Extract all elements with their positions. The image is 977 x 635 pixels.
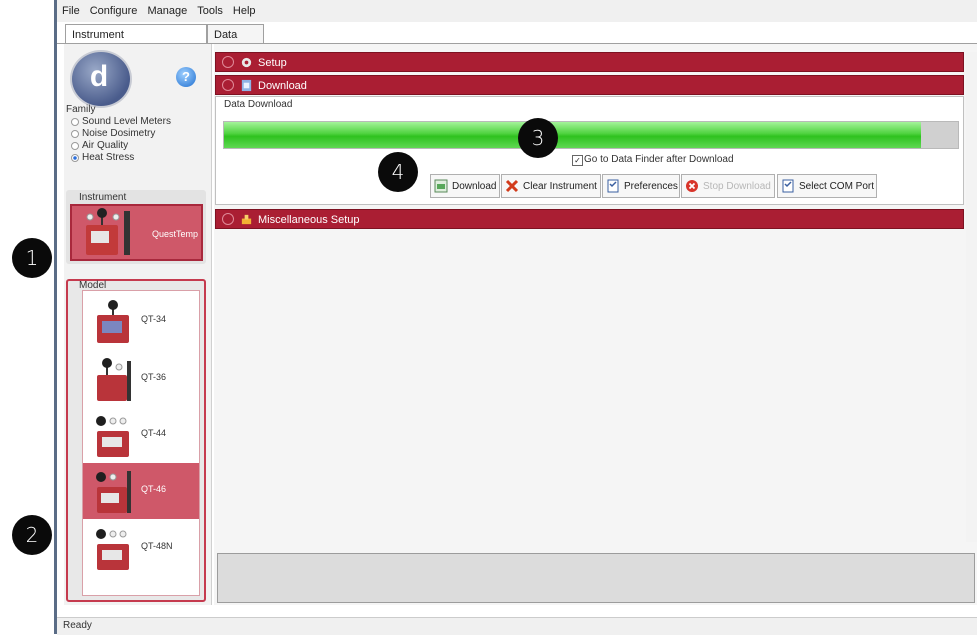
model-item-qt-46[interactable]: QT-46 — [83, 463, 199, 519]
model-name: QT-44 — [141, 428, 167, 438]
gear-icon — [241, 57, 252, 68]
section-title: Setup — [258, 57, 287, 69]
radio-icon[interactable] — [71, 117, 79, 126]
model-name: QT-46 — [141, 484, 167, 494]
clear-icon — [505, 179, 519, 193]
family-option-air-quality[interactable]: Air Quality — [71, 140, 128, 151]
clear-label: Clear Instrument — [523, 180, 597, 192]
goto-data-finder-label: Go to Data Finder after Download — [584, 154, 734, 165]
tools-icon — [241, 214, 252, 225]
family-option-noise-dosimetry[interactable]: Noise Dosimetry — [71, 128, 155, 139]
app-logo-icon: d — [70, 50, 132, 108]
download-label: Download — [452, 180, 497, 192]
section-title: Download — [258, 80, 307, 92]
preferences-button[interactable]: Preferences — [602, 174, 680, 198]
download-progress-fill — [224, 122, 922, 148]
section-header-setup[interactable]: Setup — [215, 52, 964, 72]
com-port-icon — [782, 179, 794, 193]
qt-48n-device-icon — [96, 529, 129, 570]
download-button[interactable]: Download — [430, 174, 500, 198]
tab-instrument-communications[interactable]: Instrument Communications — [65, 24, 207, 61]
model-item-qt-34[interactable]: QT-34 — [83, 293, 199, 349]
download-icon — [434, 179, 448, 193]
data-download-title: Data Download — [224, 99, 293, 110]
qt-34-device-icon — [97, 300, 129, 343]
family-option-label: Noise Dosimetry — [82, 128, 156, 139]
menu-manage[interactable]: Manage — [142, 5, 192, 17]
model-item-qt-44[interactable]: QT-44 — [83, 407, 199, 463]
collapse-icon[interactable] — [222, 56, 234, 68]
instrument-label: Instrument — [79, 192, 127, 203]
family-option-label: Heat Stress — [82, 152, 135, 163]
model-item-qt-36[interactable]: QT-36 — [83, 351, 199, 407]
select-com-port-label: Select COM Port — [799, 180, 875, 192]
collapse-icon[interactable] — [222, 79, 234, 91]
status-bar — [57, 617, 977, 635]
section-header-misc-setup[interactable]: Miscellaneous Setup — [215, 209, 964, 229]
stop-download-label: Stop Download — [703, 180, 771, 192]
stop-download-button[interactable]: Stop Download — [681, 174, 775, 198]
callout-3: 3 — [518, 118, 558, 158]
clear-instrument-button[interactable]: Clear Instrument — [501, 174, 601, 198]
preferences-label: Preferences — [624, 180, 678, 192]
status-text: Ready — [63, 620, 92, 631]
help-icon[interactable]: ? — [176, 67, 196, 87]
family-option-label: Air Quality — [82, 140, 129, 151]
radio-selected-icon[interactable] — [71, 153, 79, 162]
model-name: QT-34 — [141, 314, 167, 324]
qt-36-device-icon — [97, 358, 131, 401]
model-item-qt-48n[interactable]: QT-48N — [83, 520, 199, 576]
family-label: Family — [66, 104, 96, 115]
tab-strip: Instrument Communications Data Finder — [57, 24, 977, 61]
menu-file[interactable]: File — [57, 5, 85, 17]
section-header-download[interactable]: Download — [215, 75, 964, 95]
vertical-scrollbar[interactable] — [966, 52, 977, 542]
radio-icon[interactable] — [71, 141, 79, 150]
download-progress-bar — [223, 121, 959, 149]
family-option-label: Sound Level Meters — [82, 116, 171, 127]
menu-help[interactable]: Help — [228, 5, 261, 17]
section-title: Miscellaneous Setup — [258, 214, 360, 226]
questtemp-device-icon — [86, 208, 130, 255]
select-com-port-button[interactable]: Select COM Port — [777, 174, 877, 198]
preferences-icon — [607, 179, 619, 193]
model-name: QT-36 — [141, 372, 167, 382]
collapse-icon[interactable] — [222, 213, 234, 225]
goto-data-finder-checkbox[interactable]: ✓ — [572, 155, 583, 166]
download-icon — [241, 79, 252, 92]
qt-44-device-icon — [96, 416, 129, 457]
stop-icon — [686, 180, 698, 192]
callout-2: 2 — [12, 515, 52, 555]
callout-1: 1 — [12, 238, 52, 278]
menu-configure[interactable]: Configure — [85, 5, 143, 17]
menu-tools[interactable]: Tools — [192, 5, 228, 17]
window-left-border — [54, 0, 57, 634]
callout-4: 4 — [378, 152, 418, 192]
bottom-panel — [217, 553, 975, 603]
qt-46-device-icon — [96, 471, 131, 513]
family-option-sound-level-meters[interactable]: Sound Level Meters — [71, 116, 171, 127]
radio-icon[interactable] — [71, 129, 79, 138]
menu-bar: File Configure Manage Tools Help — [57, 0, 977, 22]
instrument-name: QuestTemp — [152, 229, 199, 239]
tab-data-finder[interactable]: Data Finder — [207, 24, 264, 61]
model-name: QT-48N — [141, 541, 173, 551]
family-option-heat-stress[interactable]: Heat Stress — [71, 152, 134, 163]
